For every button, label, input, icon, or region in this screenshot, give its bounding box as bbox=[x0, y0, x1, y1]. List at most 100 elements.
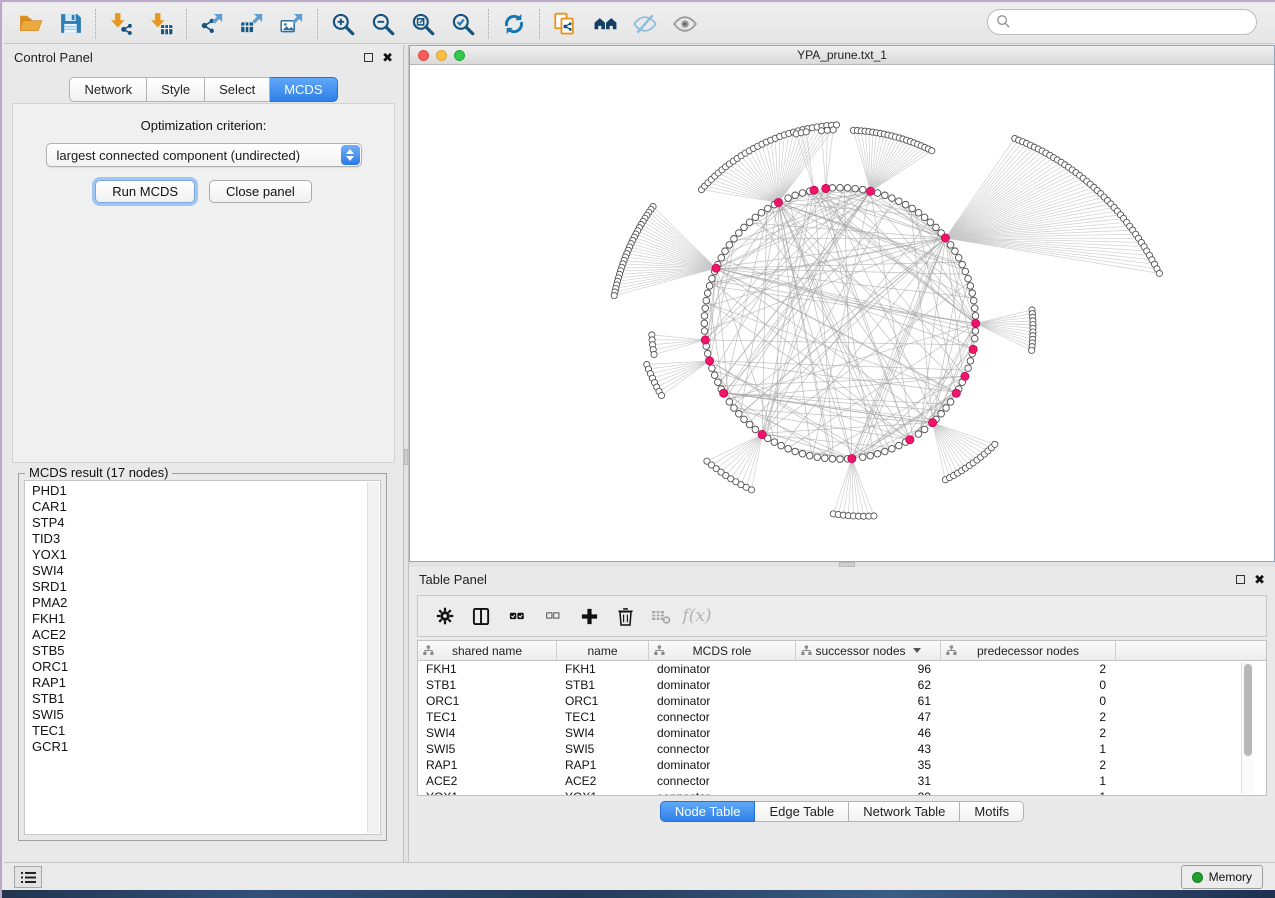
cell-MCDS-role[interactable]: connector bbox=[649, 741, 796, 757]
network-node[interactable] bbox=[955, 254, 962, 261]
cell-predecessor-nodes[interactable]: 2 bbox=[941, 661, 1116, 677]
tab-edge-table[interactable]: Edge Table bbox=[755, 801, 849, 822]
network-node[interactable] bbox=[771, 439, 778, 446]
column-header-successor-nodes[interactable]: successor nodes bbox=[796, 641, 941, 660]
network-node[interactable] bbox=[726, 242, 733, 249]
cell-successor-nodes[interactable]: 31 bbox=[796, 773, 941, 789]
network-hub-node[interactable] bbox=[928, 419, 936, 427]
cell-MCDS-role[interactable]: dominator bbox=[649, 725, 796, 741]
import-network-button[interactable] bbox=[101, 7, 141, 41]
table-row[interactable]: STB1STB1dominator620 bbox=[418, 677, 1266, 693]
cell-successor-nodes[interactable]: 62 bbox=[796, 677, 941, 693]
cell-MCDS-role[interactable]: connector bbox=[649, 789, 796, 796]
show-columns-button[interactable] bbox=[466, 600, 496, 632]
cell-predecessor-nodes[interactable]: 1 bbox=[941, 789, 1116, 796]
mcds-result-item[interactable]: SWI5 bbox=[25, 707, 366, 723]
network-leaf-node[interactable] bbox=[818, 128, 824, 134]
zoom-in-button[interactable] bbox=[323, 7, 363, 41]
network-canvas[interactable] bbox=[410, 65, 1274, 560]
float-panel-icon[interactable] bbox=[364, 53, 373, 62]
vertical-splitter-handle[interactable] bbox=[404, 449, 408, 465]
network-node[interactable] bbox=[971, 335, 978, 342]
network-node[interactable] bbox=[758, 209, 765, 216]
network-node[interactable] bbox=[837, 184, 844, 191]
mcds-result-item[interactable]: STB5 bbox=[25, 643, 366, 659]
network-node[interactable] bbox=[859, 454, 866, 461]
network-node[interactable] bbox=[844, 185, 851, 192]
tab-style[interactable]: Style bbox=[147, 77, 205, 102]
network-node[interactable] bbox=[965, 365, 972, 372]
network-node[interactable] bbox=[778, 442, 785, 449]
cell-successor-nodes[interactable]: 46 bbox=[796, 725, 941, 741]
table-row[interactable]: ORC1ORC1dominator610 bbox=[418, 693, 1266, 709]
network-node[interactable] bbox=[714, 379, 721, 386]
open-file-button[interactable] bbox=[10, 7, 50, 41]
network-node[interactable] bbox=[943, 405, 950, 412]
network-node[interactable] bbox=[921, 426, 928, 433]
column-header-name[interactable]: name bbox=[557, 641, 649, 660]
tab-node-table[interactable]: Node Table bbox=[660, 801, 756, 822]
cell-shared-name[interactable]: ORC1 bbox=[418, 693, 557, 709]
cell-name[interactable]: SWI5 bbox=[557, 741, 649, 757]
network-node[interactable] bbox=[852, 185, 859, 192]
network-node[interactable] bbox=[814, 454, 821, 461]
network-leaf-node[interactable] bbox=[929, 148, 935, 154]
export-image-button[interactable] bbox=[272, 7, 312, 41]
cell-name[interactable]: FKH1 bbox=[557, 661, 649, 677]
close-panel-icon[interactable]: ✖ bbox=[382, 51, 393, 64]
delete-row-button[interactable] bbox=[610, 600, 640, 632]
cell-name[interactable]: STB1 bbox=[557, 677, 649, 693]
network-hub-node[interactable] bbox=[810, 186, 818, 194]
network-node[interactable] bbox=[736, 230, 743, 237]
cell-predecessor-nodes[interactable]: 2 bbox=[941, 725, 1116, 741]
network-node[interactable] bbox=[731, 405, 738, 412]
network-node[interactable] bbox=[971, 305, 978, 312]
network-node[interactable] bbox=[806, 452, 813, 459]
network-node[interactable] bbox=[709, 275, 716, 282]
network-node[interactable] bbox=[959, 261, 966, 268]
cell-name[interactable]: RAP1 bbox=[557, 757, 649, 773]
cell-successor-nodes[interactable]: 35 bbox=[796, 757, 941, 773]
run-mcds-button[interactable]: Run MCDS bbox=[95, 180, 195, 203]
network-node[interactable] bbox=[741, 224, 748, 231]
cell-successor-nodes[interactable]: 47 bbox=[796, 709, 941, 725]
network-hub-node[interactable] bbox=[952, 389, 960, 397]
cell-predecessor-nodes[interactable]: 1 bbox=[941, 741, 1116, 757]
table-row[interactable]: RAP1RAP1dominator352 bbox=[418, 757, 1266, 773]
tab-select[interactable]: Select bbox=[205, 77, 270, 102]
network-leaf-node[interactable] bbox=[611, 293, 617, 299]
network-node[interactable] bbox=[701, 313, 708, 320]
network-node[interactable] bbox=[746, 219, 753, 226]
mcds-result-item[interactable]: ACE2 bbox=[25, 627, 366, 643]
network-node[interactable] bbox=[969, 290, 976, 297]
network-node[interactable] bbox=[889, 195, 896, 202]
hide-selected-button[interactable] bbox=[625, 7, 665, 41]
cell-MCDS-role[interactable]: connector bbox=[649, 709, 796, 725]
network-node[interactable] bbox=[921, 214, 928, 221]
network-hub-node[interactable] bbox=[866, 187, 874, 195]
cell-predecessor-nodes[interactable]: 0 bbox=[941, 677, 1116, 693]
cell-shared-name[interactable]: YOX1 bbox=[418, 789, 557, 796]
task-list-button[interactable] bbox=[14, 866, 42, 888]
network-node[interactable] bbox=[947, 399, 954, 406]
network-hub-node[interactable] bbox=[822, 184, 830, 192]
network-leaf-node[interactable] bbox=[748, 487, 754, 493]
network-hub-node[interactable] bbox=[706, 357, 714, 365]
network-hub-node[interactable] bbox=[972, 319, 980, 327]
mcds-result-item[interactable]: RAP1 bbox=[25, 675, 366, 691]
network-hub-node[interactable] bbox=[701, 336, 709, 344]
mcds-result-item[interactable]: PHD1 bbox=[25, 483, 366, 499]
network-node[interactable] bbox=[722, 248, 729, 255]
cell-name[interactable]: SWI4 bbox=[557, 725, 649, 741]
network-node[interactable] bbox=[706, 283, 713, 290]
network-node[interactable] bbox=[726, 399, 733, 406]
tab-network-table[interactable]: Network Table bbox=[849, 801, 960, 822]
cell-name[interactable]: YOX1 bbox=[557, 789, 649, 796]
network-leaf-node[interactable] bbox=[1156, 270, 1162, 276]
network-node[interactable] bbox=[704, 350, 711, 357]
refresh-view-button[interactable] bbox=[494, 7, 534, 41]
network-hub-node[interactable] bbox=[774, 198, 782, 206]
network-node[interactable] bbox=[702, 305, 709, 312]
network-node[interactable] bbox=[785, 195, 792, 202]
network-node[interactable] bbox=[962, 268, 969, 275]
